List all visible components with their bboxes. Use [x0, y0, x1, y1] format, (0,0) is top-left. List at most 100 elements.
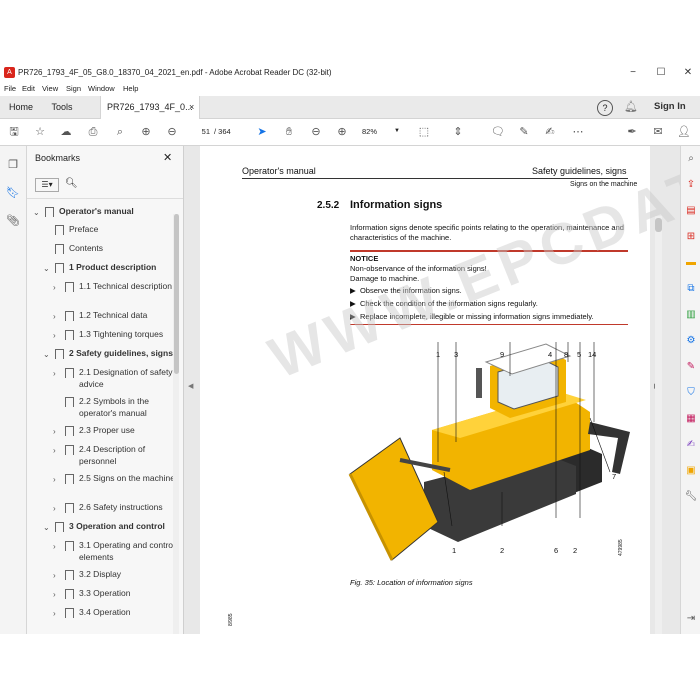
title-bar: A PR726_1793_4F_05_G8.0_18370_04_2021_en… — [0, 62, 700, 84]
bookmark-flag-icon — [65, 397, 74, 407]
more-tools-icon[interactable]: ⋯ — [570, 124, 586, 140]
menu-file[interactable]: File — [4, 84, 16, 93]
page-header-left: Operator's manual — [242, 166, 316, 176]
zoom-search-icon[interactable]: ⌕ — [112, 124, 128, 140]
intro-line-2: characteristics of the machine. — [350, 233, 452, 242]
bell-icon[interactable]: 🔔︎ — [624, 100, 638, 113]
select-arrow-icon[interactable]: ➤ — [254, 124, 270, 140]
tab-home[interactable]: Home — [0, 96, 42, 118]
callout-8: 8 — [564, 350, 569, 359]
chevron-right-icon[interactable]: › — [53, 426, 56, 438]
chevron-right-icon[interactable]: › — [53, 608, 56, 620]
stamp-icon[interactable]: ▣ — [684, 464, 698, 478]
callout-2-left: 2 — [500, 546, 505, 555]
bookmark-options-icon[interactable]: ☰▾ — [35, 178, 59, 192]
chevron-right-icon[interactable]: › — [53, 589, 56, 601]
compress-pdf-icon[interactable]: ⚙︎ — [684, 334, 698, 348]
bookmark-flag-icon — [65, 589, 74, 599]
tab-document[interactable]: PR726_1793_4F_0... × — [100, 96, 200, 119]
chevron-right-icon[interactable]: › — [53, 445, 56, 457]
chevron-right-icon[interactable]: › — [53, 503, 56, 515]
edit-pdf-icon[interactable]: ▤ — [684, 204, 698, 218]
collapse-tools-pane-icon[interactable]: ⇥ — [684, 612, 698, 626]
search-tool-icon[interactable]: ⌕ — [684, 152, 698, 166]
save-icon[interactable]: 🖫︎ — [6, 124, 22, 140]
fill-sign-icon[interactable]: ✒︎ — [624, 124, 640, 140]
callout-7: 7 — [612, 472, 617, 481]
page-header-right: Safety guidelines, signs — [532, 166, 627, 176]
email-icon[interactable]: ✉︎ — [650, 124, 666, 140]
comment-tool-icon[interactable]: ▬ — [684, 256, 698, 270]
organize-pages-icon[interactable]: ▥ — [684, 308, 698, 322]
bookmark-label: 2.5 Signs on the machine — [79, 473, 175, 483]
tab-tools[interactable]: Tools — [42, 96, 82, 118]
chevron-right-icon[interactable]: › — [53, 541, 56, 553]
highlight-pen-icon[interactable]: ✎ — [516, 124, 532, 140]
attachment-icon[interactable]: 📎︎ — [6, 214, 20, 228]
callout-1-top: 1 — [436, 350, 441, 359]
combine-files-icon[interactable]: ⧉ — [684, 282, 698, 296]
comment-icon[interactable]: 🗨︎ — [490, 124, 506, 140]
page-fit-icon[interactable]: ⬚ — [416, 124, 432, 140]
bookmark-flag-icon — [65, 503, 74, 513]
scroll-mode-icon[interactable]: ⇕ — [450, 124, 466, 140]
zoom-in-icon[interactable]: ⊕ — [334, 124, 350, 140]
chevron-right-icon[interactable]: › — [53, 311, 56, 323]
find-bookmark-icon[interactable]: 🔍︎ — [65, 178, 78, 189]
menu-help[interactable]: Help — [123, 84, 138, 93]
chevron-down-icon[interactable]: ⌄ — [33, 207, 40, 219]
minimize-button[interactable]: − — [624, 65, 642, 81]
chevron-right-icon[interactable]: › — [53, 368, 56, 380]
document-scrollbar[interactable] — [655, 216, 662, 634]
close-window-button[interactable]: ✕ — [679, 65, 697, 81]
notice-title: NOTICE — [350, 254, 379, 263]
bookmark-label: Preface — [69, 224, 99, 234]
upload-cloud-icon[interactable]: ☁︎ — [58, 124, 74, 140]
prepare-form-icon[interactable]: ▦ — [684, 412, 698, 426]
bookmark-flag-icon — [65, 426, 74, 436]
bookmark-label: 2.4 Description of personnel — [79, 444, 146, 466]
menu-view[interactable]: View — [42, 84, 58, 93]
chevron-right-icon[interactable]: › — [53, 282, 56, 294]
page-thumbnails-icon[interactable]: ❐ — [6, 158, 20, 172]
chevron-right-icon[interactable]: › — [53, 570, 56, 582]
protect-shield-icon[interactable]: ⛉ — [684, 386, 698, 400]
menu-sign[interactable]: Sign — [66, 84, 81, 93]
hand-tool-icon[interactable]: ✋︎ — [281, 124, 297, 140]
chevron-down-icon[interactable]: ⌄ — [43, 263, 50, 275]
fill-and-sign-icon[interactable]: ✎ — [684, 360, 698, 374]
collapse-left-arrow-icon[interactable]: ◀ — [188, 382, 193, 390]
bookmarks-scroll-thumb[interactable] — [174, 214, 179, 374]
chevron-right-icon[interactable]: › — [53, 330, 56, 342]
print-icon[interactable]: ⎙ — [85, 124, 101, 140]
figure-code: 479985 — [618, 539, 624, 556]
bookmark-icon[interactable]: 🔖︎ — [6, 186, 20, 200]
bookmark-flag-icon — [65, 330, 74, 340]
chevron-down-icon[interactable]: ⌄ — [43, 349, 50, 361]
page-number-input[interactable]: 51 — [186, 125, 210, 138]
more-tools-wrench-icon[interactable]: 🔧︎ — [684, 490, 698, 504]
export-pdf-icon[interactable]: ⇪ — [684, 178, 698, 192]
close-panel-icon[interactable]: ✕ — [163, 151, 172, 164]
chevron-right-icon[interactable]: › — [53, 474, 56, 486]
toolbar: 🖫︎ ☆ ☁︎ ⎙ ⌕ ⊕ ⊖ 51 / 364 ➤ ✋︎ ⊖ ⊕ 82% ▼ … — [0, 119, 700, 146]
bookmark-flag-icon — [55, 349, 64, 359]
maximize-button[interactable]: ☐ — [652, 65, 670, 81]
zoom-level-dropdown[interactable]: 82% ▼ — [362, 125, 402, 138]
help-icon[interactable]: ? — [597, 100, 613, 116]
exhaust-pipe — [476, 368, 482, 398]
next-page-icon[interactable]: ⊖ — [164, 124, 180, 140]
chevron-down-icon[interactable]: ⌄ — [43, 522, 50, 534]
previous-page-icon[interactable]: ⊕ — [138, 124, 154, 140]
send-for-signature-icon[interactable]: ✍︎ — [684, 438, 698, 452]
zoom-out-icon[interactable]: ⊖ — [308, 124, 324, 140]
star-icon[interactable]: ☆ — [32, 124, 48, 140]
create-pdf-icon[interactable]: ⊞ — [684, 230, 698, 244]
menu-window[interactable]: Window — [88, 84, 115, 93]
account-icon[interactable]: 👤︎ — [676, 124, 692, 140]
sign-pen-icon[interactable]: ✍︎ — [542, 124, 558, 140]
margin-code: 8/985 — [228, 613, 234, 626]
sign-in-button[interactable]: Sign In — [654, 101, 686, 112]
menu-edit[interactable]: Edit — [22, 84, 35, 93]
tab-close-icon[interactable]: × — [189, 96, 194, 118]
